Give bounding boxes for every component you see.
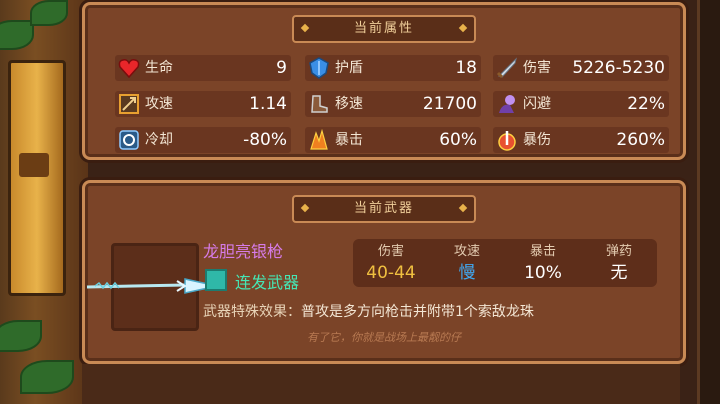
- stat-damage: 伤害 5226-5230: [493, 55, 669, 81]
- stat-value: 22%: [627, 94, 665, 114]
- stat-label: 冷却: [145, 132, 173, 148]
- stat-move-speed: 移速 21700: [305, 91, 481, 117]
- stat-value: 1.14: [249, 94, 287, 114]
- boot-icon: [307, 92, 331, 116]
- weapon-stat-label: 攻速: [453, 244, 480, 259]
- weapon-name: 龙胆亮银枪: [203, 242, 284, 261]
- stat-cooldown: 冷却 -80%: [115, 127, 291, 153]
- stat-crit-damage: 暴伤 260%: [493, 127, 669, 153]
- weapon-stat-value: 无: [610, 263, 628, 283]
- stat-label: 暴击: [335, 132, 363, 148]
- shield-icon: [307, 56, 331, 80]
- weapon-stat-value: 40-44: [366, 263, 416, 283]
- crit-icon: [307, 128, 331, 152]
- stat-value: -80%: [243, 130, 287, 150]
- heart-icon: [117, 56, 141, 80]
- effect-label: 武器特殊效果：: [203, 304, 301, 320]
- stat-label: 闪避: [523, 96, 551, 112]
- weapon-stat-crit: 暴击 10%: [505, 239, 581, 284]
- jungle-decoration: [0, 0, 88, 404]
- weapon-type: 连发武器: [235, 273, 300, 292]
- dodge-icon: [495, 92, 519, 116]
- burst-weapon-icon: [205, 269, 227, 291]
- stat-label: 攻速: [145, 96, 173, 112]
- attack-speed-icon: [117, 92, 141, 116]
- stat-attack-speed: 攻速 1.14: [115, 91, 291, 117]
- effect-text: 普攻是多方向枪击并附带1个索敌龙珠: [301, 304, 534, 320]
- stat-label: 生命: [145, 60, 173, 76]
- weapon-stat-label: 暴击: [529, 244, 556, 259]
- weapon-stat-label: 伤害: [377, 244, 404, 259]
- weapon-stat-value: 慢: [458, 263, 476, 283]
- stat-value: 60%: [439, 130, 477, 150]
- bottom-strip: [82, 364, 680, 404]
- stat-value: 18: [455, 58, 477, 78]
- attributes-panel: 当前属性 生命 9 护盾 18 伤害 5226-5230 攻速 1.14 移速: [82, 2, 686, 160]
- weapon-panel: 当前武器 龙胆亮银枪 连发武器 伤害 40-44 攻速 慢 暴击 10% 弹药 …: [82, 180, 686, 364]
- frame-border: [697, 0, 720, 404]
- stat-health: 生命 9: [115, 55, 291, 81]
- weapon-flavor-text: 有了它，你就是战场上最靓的仔: [307, 331, 461, 344]
- stat-label: 暴伤: [523, 132, 551, 148]
- stat-value: 5226-5230: [572, 58, 665, 78]
- stat-label: 伤害: [523, 60, 551, 76]
- stat-label: 移速: [335, 96, 363, 112]
- stat-value: 260%: [616, 130, 665, 150]
- stat-shield: 护盾 18: [305, 55, 481, 81]
- weapon-stat-ammo: 弹药 无: [581, 239, 657, 284]
- weapon-title: 当前武器: [292, 195, 476, 223]
- attributes-title: 当前属性: [292, 15, 476, 43]
- weapon-stat-label: 弹药: [605, 244, 632, 259]
- stat-dodge: 闪避 22%: [493, 91, 669, 117]
- weapon-stats: 伤害 40-44 攻速 慢 暴击 10% 弹药 无: [353, 239, 657, 287]
- weapon-stat-damage: 伤害 40-44: [353, 239, 429, 284]
- stat-crit: 暴击 60%: [305, 127, 481, 153]
- sword-icon: [495, 56, 519, 80]
- crit-damage-icon: [495, 128, 519, 152]
- totem-pole: [8, 60, 66, 296]
- weapon-stat-value: 10%: [524, 263, 562, 283]
- weapon-stat-attack-speed: 攻速 慢: [429, 239, 505, 284]
- weapon-effect: 武器特殊效果：普攻是多方向枪击并附带1个索敌龙珠: [203, 301, 534, 321]
- stat-label: 护盾: [335, 60, 363, 76]
- stat-value: 9: [276, 58, 287, 78]
- stat-value: 21700: [422, 94, 477, 114]
- cooldown-icon: [117, 128, 141, 152]
